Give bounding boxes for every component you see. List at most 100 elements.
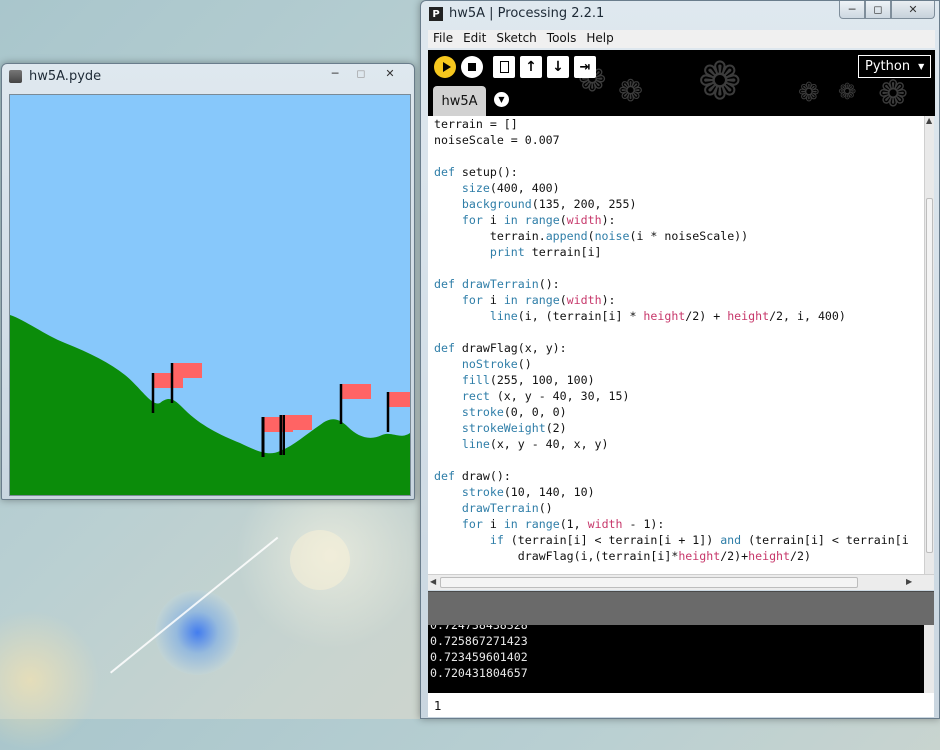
tab-label: hw5A bbox=[441, 93, 478, 109]
sketch-window-title: hw5A.pyde bbox=[29, 69, 102, 84]
new-file-icon bbox=[499, 61, 509, 73]
close-button[interactable]: ✕ bbox=[374, 64, 406, 82]
wallpaper-glow bbox=[290, 530, 350, 590]
export-button[interactable]: ⇥ bbox=[574, 56, 596, 78]
sketch-drawing bbox=[10, 315, 418, 495]
vertical-scroll-thumb[interactable] bbox=[926, 198, 933, 553]
processing-app-icon bbox=[9, 70, 22, 83]
horizontal-scroll-thumb[interactable] bbox=[440, 577, 858, 588]
console-line: 0.720431804657 bbox=[430, 666, 528, 680]
code-line: drawFlag(i,(terrain[i]*height/2)+height/… bbox=[434, 549, 811, 563]
code-line: def setup(): bbox=[434, 165, 518, 179]
code-line: drawTerrain() bbox=[461, 501, 553, 515]
console[interactable]: 0.724738438328 0.725867271423 0.72345960… bbox=[428, 625, 924, 693]
sketch-window: hw5A.pyde ─ ◻ ✕ bbox=[1, 63, 418, 500]
wallpaper-glow bbox=[0, 610, 100, 750]
open-icon: ↑ bbox=[525, 59, 537, 75]
flag bbox=[386, 392, 418, 432]
scroll-right-icon[interactable]: ▶ bbox=[906, 577, 912, 586]
terrain bbox=[10, 315, 410, 495]
python-logo-icon: ❁ bbox=[878, 74, 909, 115]
scroll-left-icon[interactable]: ◀ bbox=[430, 577, 436, 586]
flag bbox=[339, 384, 371, 424]
save-button[interactable]: ↓ bbox=[547, 56, 569, 78]
tab-menu-button[interactable]: ▼ bbox=[494, 92, 509, 107]
sketch-canvas[interactable] bbox=[9, 94, 418, 496]
scroll-up-icon[interactable]: ▲ bbox=[926, 116, 932, 125]
mode-label: Python bbox=[865, 59, 911, 74]
python-logo-icon: ❁ bbox=[618, 74, 644, 109]
console-line: 0.724738438328 bbox=[430, 625, 528, 632]
tab-hw5a[interactable]: hw5A bbox=[433, 86, 486, 116]
sketch-titlebar[interactable]: hw5A.pyde ─ ◻ ✕ bbox=[2, 64, 414, 90]
chevron-down-icon: ▼ bbox=[498, 95, 505, 104]
mode-selector[interactable]: Python ▼ bbox=[858, 55, 931, 78]
python-logo-icon: ❁ bbox=[798, 78, 820, 108]
close-icon: ✕ bbox=[385, 66, 395, 80]
code-line: for i in range(1, width - 1): bbox=[461, 517, 665, 531]
ide-titlebar[interactable]: P hw5A | Processing 2.2.1 ─ ◻ ✕ bbox=[421, 1, 939, 27]
code-line: if (terrain[i] < terrain[i + 1]) and (te… bbox=[489, 533, 909, 547]
editor-vertical-scrollbar[interactable]: ▲ bbox=[924, 116, 934, 574]
message-area bbox=[428, 591, 934, 626]
close-button[interactable]: ✕ bbox=[891, 1, 935, 19]
code-line: for i in range(width): bbox=[461, 293, 616, 307]
python-logo-icon: ❁ bbox=[698, 52, 742, 112]
maximize-button[interactable]: ◻ bbox=[348, 64, 374, 82]
minimize-button[interactable]: ─ bbox=[839, 1, 865, 19]
minimize-icon: ─ bbox=[331, 66, 339, 80]
menu-help[interactable]: Help bbox=[581, 30, 618, 48]
code-line: terrain.append(noise(i * noiseScale)) bbox=[434, 229, 749, 243]
code-line: for i in range(width): bbox=[461, 213, 616, 227]
code-editor[interactable]: terrain = [] noiseScale = 0.007 def setu… bbox=[428, 116, 924, 574]
console-line: 0.725867271423 bbox=[430, 634, 528, 648]
processing-logo-icon: P bbox=[429, 7, 443, 21]
processing-ide-window: P hw5A | Processing 2.2.1 ─ ◻ ✕ File Edi… bbox=[420, 0, 940, 719]
line-number-indicator: 1 bbox=[428, 693, 934, 717]
code-line: def drawFlag(x, y): bbox=[434, 341, 567, 355]
new-button[interactable] bbox=[493, 56, 515, 78]
line-number: 1 bbox=[434, 699, 442, 713]
maximize-button[interactable]: ◻ bbox=[865, 1, 891, 19]
minimize-button[interactable]: ─ bbox=[322, 64, 348, 82]
code-line: line(i, (terrain[i] * height/2) + height… bbox=[489, 309, 846, 323]
code-line: rect (x, y - 40, 30, 15) bbox=[461, 389, 630, 403]
editor-horizontal-scrollbar[interactable]: ◀ ▶ bbox=[428, 574, 934, 590]
python-logo-icon: ❁ bbox=[838, 80, 857, 105]
code-line: stroke(10, 140, 10) bbox=[461, 485, 595, 499]
export-icon: ⇥ bbox=[579, 59, 591, 75]
code-line: fill(255, 100, 100) bbox=[461, 373, 595, 387]
stop-icon bbox=[468, 63, 476, 71]
minimize-icon: ─ bbox=[848, 3, 856, 16]
code-line: strokeWeight(2) bbox=[461, 421, 567, 435]
menu-file[interactable]: File bbox=[428, 30, 458, 48]
code-line: noStroke() bbox=[461, 357, 532, 371]
maximize-icon: ◻ bbox=[873, 3, 883, 16]
menu-edit[interactable]: Edit bbox=[458, 30, 491, 48]
chevron-down-icon: ▼ bbox=[918, 62, 925, 71]
code-line: print terrain[i] bbox=[489, 245, 602, 259]
ide-window-title: hw5A | Processing 2.2.1 bbox=[449, 6, 605, 21]
code-line: noiseScale = 0.007 bbox=[434, 133, 560, 147]
stop-button[interactable] bbox=[461, 56, 483, 78]
open-button[interactable]: ↑ bbox=[520, 56, 542, 78]
menu-sketch[interactable]: Sketch bbox=[491, 30, 541, 48]
code-line: terrain = [] bbox=[434, 117, 518, 131]
code-line: def draw(): bbox=[434, 469, 511, 483]
code-line: def drawTerrain(): bbox=[434, 277, 560, 291]
code-line: line(x, y - 40, x, y) bbox=[461, 437, 609, 451]
code-line: size(400, 400) bbox=[461, 181, 560, 195]
toolbar: ❁ ❁ ❁ ❁ ❁ ❁ ↑ ↓ ⇥ Python ▼ hw5A ▼ bbox=[428, 50, 935, 116]
close-icon: ✕ bbox=[908, 3, 918, 16]
save-icon: ↓ bbox=[552, 59, 564, 75]
console-line: 0.723459601402 bbox=[430, 650, 528, 664]
code-line: stroke(0, 0, 0) bbox=[461, 405, 567, 419]
run-button[interactable] bbox=[434, 56, 456, 78]
play-icon bbox=[442, 62, 451, 72]
console-scrollbar[interactable] bbox=[924, 625, 934, 693]
menu-tools[interactable]: Tools bbox=[542, 30, 582, 48]
